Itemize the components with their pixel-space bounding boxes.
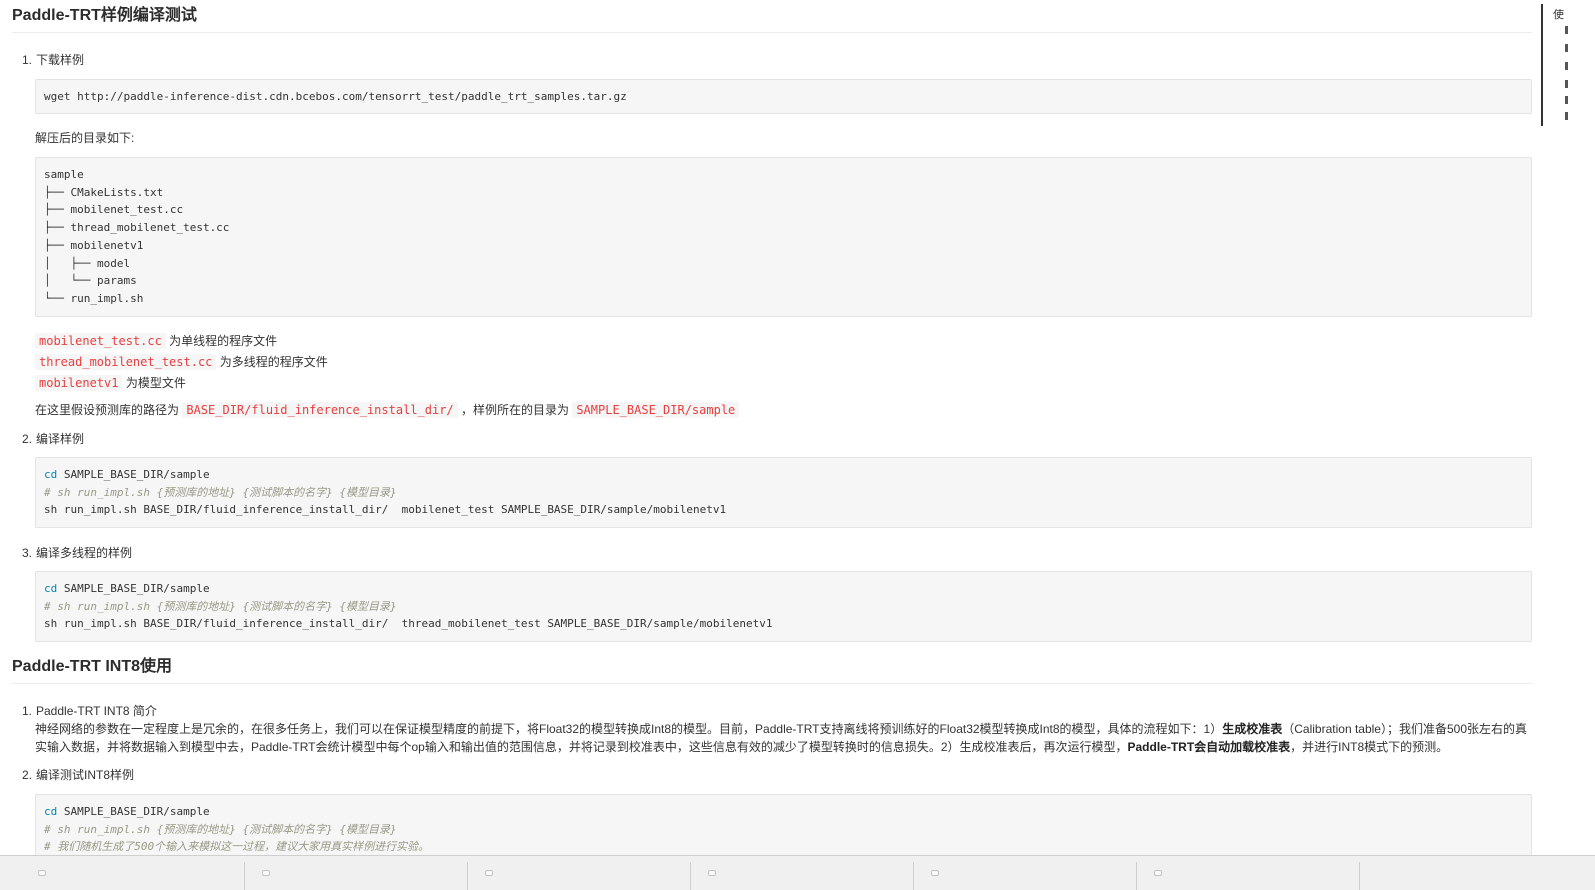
list-item-int8-intro: 1. Paddle-TRT INT8 简介 <box>22 702 157 720</box>
list-number: 2. <box>22 768 33 782</box>
tree-line: └── run_impl.sh <box>44 291 144 305</box>
tab-icon[interactable] <box>262 870 270 876</box>
bold-text: 生成校准表 <box>1222 722 1283 736</box>
list-number: 2. <box>22 432 33 446</box>
code-block-compile[interactable]: cd SAMPLE_BASE_DIR/sample # sh run_impl.s… <box>35 457 1532 528</box>
path-text: ，样例所在的目录为 <box>457 403 573 417</box>
path-text: 在这里假设预测库的路径为 <box>35 403 183 417</box>
bottom-tab-bar <box>0 855 1595 890</box>
outline-divider <box>1541 4 1543 126</box>
section-heading: Paddle-TRT INT8使用 <box>12 657 1532 684</box>
paragraph-text: ，并进行INT8模式下的预测。 <box>1290 740 1449 754</box>
tree-line: ├── mobilenetv1 <box>44 238 144 252</box>
paragraph-path-info: 在这里假设预测库的路径为 BASE_DIR/fluid_inference_in… <box>35 401 740 419</box>
note-line: mobilenetv1 为模型文件 <box>35 374 186 392</box>
code-line: sh run_impl.sh BASE_DIR/fluid_inference_… <box>44 503 727 517</box>
tab-separator <box>1359 862 1360 890</box>
list-label: 编译样例 <box>36 432 85 446</box>
code-text: SAMPLE_BASE_DIR/sample <box>57 468 210 481</box>
tree-line: │ ├── model <box>44 256 131 270</box>
list-label: 编译测试INT8样例 <box>36 768 135 782</box>
list-item-compile-thread: 3. 编译多线程的样例 <box>22 544 132 562</box>
inline-code: BASE_DIR/fluid_inference_install_dir/ <box>182 402 458 418</box>
section-heading: Paddle-TRT样例编译测试 <box>12 6 1532 33</box>
outline-label[interactable]: 使 <box>1553 6 1564 22</box>
list-label: 下载样例 <box>36 53 85 67</box>
code-keyword: cd <box>44 582 58 595</box>
list-item-download: 1. 下载样例 <box>22 51 84 69</box>
code-line: cd SAMPLE_BASE_DIR/sample <box>44 580 1523 598</box>
outline-marker[interactable] <box>1565 112 1568 120</box>
list-label: 编译多线程的样例 <box>36 546 133 560</box>
tab-separator <box>467 862 468 890</box>
tab-separator <box>913 862 914 890</box>
code-block-compile-thread[interactable]: cd SAMPLE_BASE_DIR/sample # sh run_impl.s… <box>35 571 1532 642</box>
list-label: Paddle-TRT INT8 简介 <box>36 704 157 718</box>
tree-line: sample <box>44 168 84 181</box>
code-keyword: cd <box>44 468 58 481</box>
note-line: mobilenet_test.cc 为单线程的程序文件 <box>35 332 277 350</box>
tab-separator <box>1136 862 1137 890</box>
note-text: 为模型文件 <box>122 376 186 390</box>
code-line: cd SAMPLE_BASE_DIR/sample <box>44 466 1523 484</box>
code-comment: # sh run_impl.sh {预测库的地址} {测试脚本的名字} {模型目… <box>44 485 397 499</box>
tab-separator <box>690 862 691 890</box>
code-comment: # sh run_impl.sh {预测库的地址} {测试脚本的名字} {模型目… <box>44 822 397 836</box>
tree-line: │ └── params <box>44 274 137 288</box>
list-number: 3. <box>22 546 33 560</box>
outline-marker[interactable] <box>1565 26 1568 34</box>
inline-code: mobilenet_test.cc <box>35 333 166 349</box>
code-comment: # 我们随机生成了500个输入来模拟这一过程，建议大家用真实样例进行实验。 <box>44 840 430 854</box>
tab-icon[interactable] <box>38 870 46 876</box>
code-line: sh run_impl.sh BASE_DIR/fluid_inference_… <box>44 617 773 631</box>
outline-marker[interactable] <box>1565 96 1568 104</box>
bold-text: Paddle-TRT会自动加载校准表 <box>1127 740 1291 754</box>
outline-marker[interactable] <box>1565 44 1568 52</box>
code-line: cd SAMPLE_BASE_DIR/sample <box>44 803 1523 821</box>
code-block-wget[interactable]: wget http://paddle-inference-dist.cdn.bc… <box>35 79 1532 114</box>
tab-icon[interactable] <box>1154 870 1162 876</box>
tab-icon[interactable] <box>931 870 939 876</box>
document-content: Paddle-TRT样例编译测试 1. 下载样例 wget http://padd… <box>0 0 1568 871</box>
inline-code: mobilenetv1 <box>35 375 123 391</box>
outline-marker[interactable] <box>1565 80 1568 88</box>
list-item-compile: 2. 编译样例 <box>22 430 84 448</box>
outline-panel: 使 <box>1541 0 1595 871</box>
note-text: 为多线程的程序文件 <box>216 355 328 369</box>
code-text: SAMPLE_BASE_DIR/sample <box>57 582 210 595</box>
paragraph-int8-description: 神经网络的参数在一定程度上是冗余的，在很多任务上，我们可以在保证模型精度的前提下… <box>35 720 1530 756</box>
list-item-int8-compile: 2. 编译测试INT8样例 <box>22 766 134 784</box>
paragraph-dir-intro: 解压后的目录如下: <box>35 131 135 145</box>
code-comment: # sh run_impl.sh {预测库的地址} {测试脚本的名字} {模型目… <box>44 599 397 613</box>
tree-line: ├── mobilenet_test.cc <box>44 203 184 217</box>
inline-code: SAMPLE_BASE_DIR/sample <box>572 402 740 418</box>
paragraph-text: 神经网络的参数在一定程度上是冗余的，在很多任务上，我们可以在保证模型精度的前提下… <box>35 722 1223 736</box>
tree-line: ├── CMakeLists.txt <box>44 185 164 199</box>
note-line: thread_mobilenet_test.cc 为多线程的程序文件 <box>35 353 328 371</box>
tree-line: ├── thread_mobilenet_test.cc <box>44 221 230 235</box>
tab-icon[interactable] <box>485 870 493 876</box>
code-keyword: cd <box>44 805 58 818</box>
list-number: 1. <box>22 53 33 67</box>
code-block-directory-tree[interactable]: sample ├── CMakeLists.txt ├── mobilenet_te… <box>35 157 1532 317</box>
code-line: wget http://paddle-inference-dist.cdn.bc… <box>44 90 627 103</box>
tab-separator <box>244 862 245 890</box>
outline-marker[interactable] <box>1565 62 1568 70</box>
note-text: 为单线程的程序文件 <box>165 334 278 348</box>
list-number: 1. <box>22 704 33 718</box>
tab-icon[interactable] <box>708 870 716 876</box>
code-text: SAMPLE_BASE_DIR/sample <box>57 805 210 818</box>
inline-code: thread_mobilenet_test.cc <box>35 354 217 370</box>
